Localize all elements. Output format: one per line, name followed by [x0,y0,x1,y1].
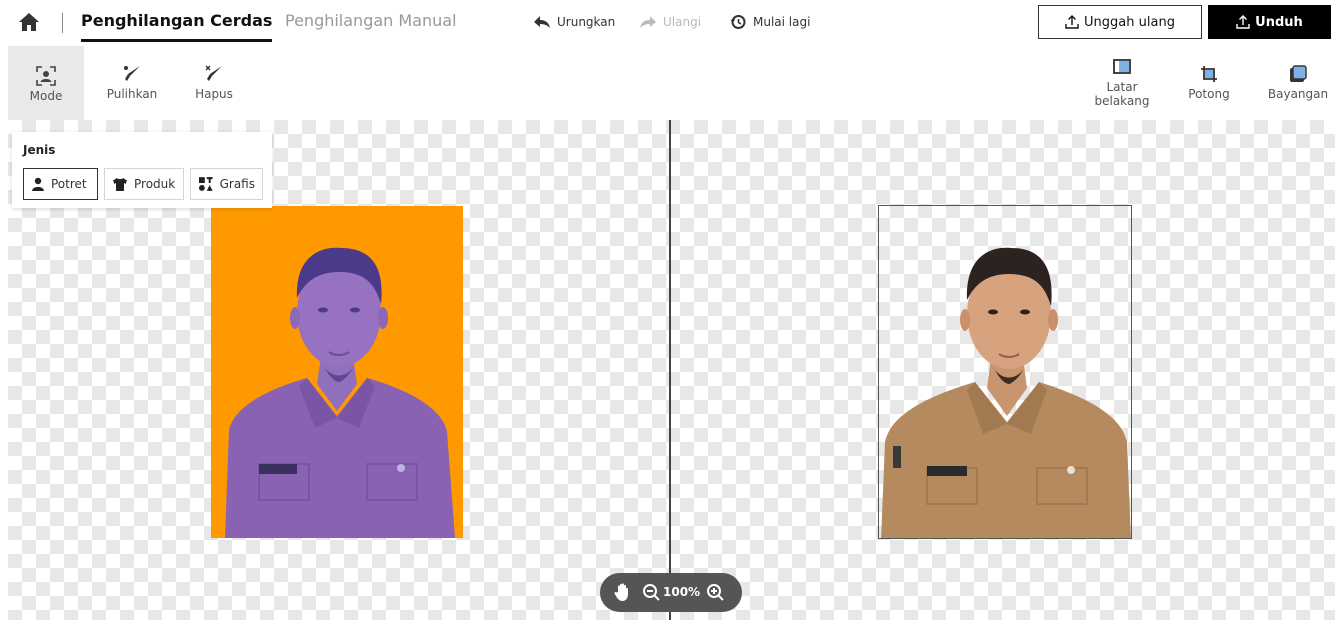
hand-icon[interactable] [613,582,633,602]
type-option-graphics[interactable]: Grafis [190,168,263,200]
mode-button[interactable]: Mode [8,46,84,120]
background-label-2: belakang [1094,94,1150,108]
shirt-icon [113,178,127,191]
redo-button[interactable]: Ulangi [639,14,701,30]
tool-bar: Mode Pulihkan Hapus Latar belakang Poton… [0,46,1343,120]
type-option-label: Produk [134,177,176,191]
undo-icon [534,16,550,28]
graphics-icon [198,177,213,191]
type-option-product[interactable]: Produk [104,168,184,200]
original-photo [211,206,463,538]
zoom-value: 100% [663,585,701,599]
restore-button[interactable]: Pulihkan [100,46,164,116]
type-panel-title: Jenis [23,143,56,157]
person-icon [32,177,44,191]
zoom-out-icon[interactable] [642,583,660,601]
crop-icon [1201,66,1217,82]
tab-manual-removal[interactable]: Penghilangan Manual [285,11,457,30]
background-label-1: Latar [1106,80,1138,94]
zoom-control: 100% [600,573,742,612]
background-button[interactable]: Latar belakang [1090,46,1154,116]
type-option-portrait[interactable]: Potret [23,168,98,200]
type-option-label: Potret [51,177,87,191]
reset-label: Mulai lagi [753,15,811,29]
reset-button[interactable]: Mulai lagi [729,14,810,30]
undo-label: Urungkan [557,15,616,29]
history-icon [730,15,746,29]
redo-icon [640,16,656,28]
tab-smart-removal[interactable]: Penghilangan Cerdas [81,11,273,42]
download-label: Unduh [1255,14,1303,30]
download-button[interactable]: Unduh [1208,5,1331,39]
redo-label: Ulangi [663,15,702,29]
upload-icon [1065,15,1079,29]
crop-label: Potong [1188,87,1230,101]
erase-label: Hapus [195,87,233,101]
erase-icon [205,65,222,81]
shadow-label: Bayangan [1267,87,1329,101]
zoom-in-icon[interactable] [706,583,724,601]
reupload-button[interactable]: Unggah ulang [1038,5,1202,39]
erase-button[interactable]: Hapus [188,46,240,116]
background-icon [1113,59,1131,74]
compare-divider[interactable] [669,120,671,620]
shadow-button[interactable]: Bayangan [1260,46,1336,116]
top-bar: Penghilangan Cerdas Penghilangan Manual … [0,0,1343,46]
mode-icon [36,66,56,86]
header-divider [62,13,63,33]
reupload-label: Unggah ulang [1084,14,1175,30]
shadow-icon [1290,65,1307,82]
result-photo [878,205,1132,539]
home-icon[interactable] [17,11,41,33]
crop-button[interactable]: Potong [1180,46,1238,116]
type-panel: Jenis Potret Produk Grafis [12,132,272,208]
undo-button[interactable]: Urungkan [533,14,615,30]
download-icon [1236,15,1250,29]
restore-icon [124,66,140,81]
restore-label: Pulihkan [106,87,158,101]
mode-label: Mode [29,89,63,103]
type-option-label: Grafis [219,177,255,191]
